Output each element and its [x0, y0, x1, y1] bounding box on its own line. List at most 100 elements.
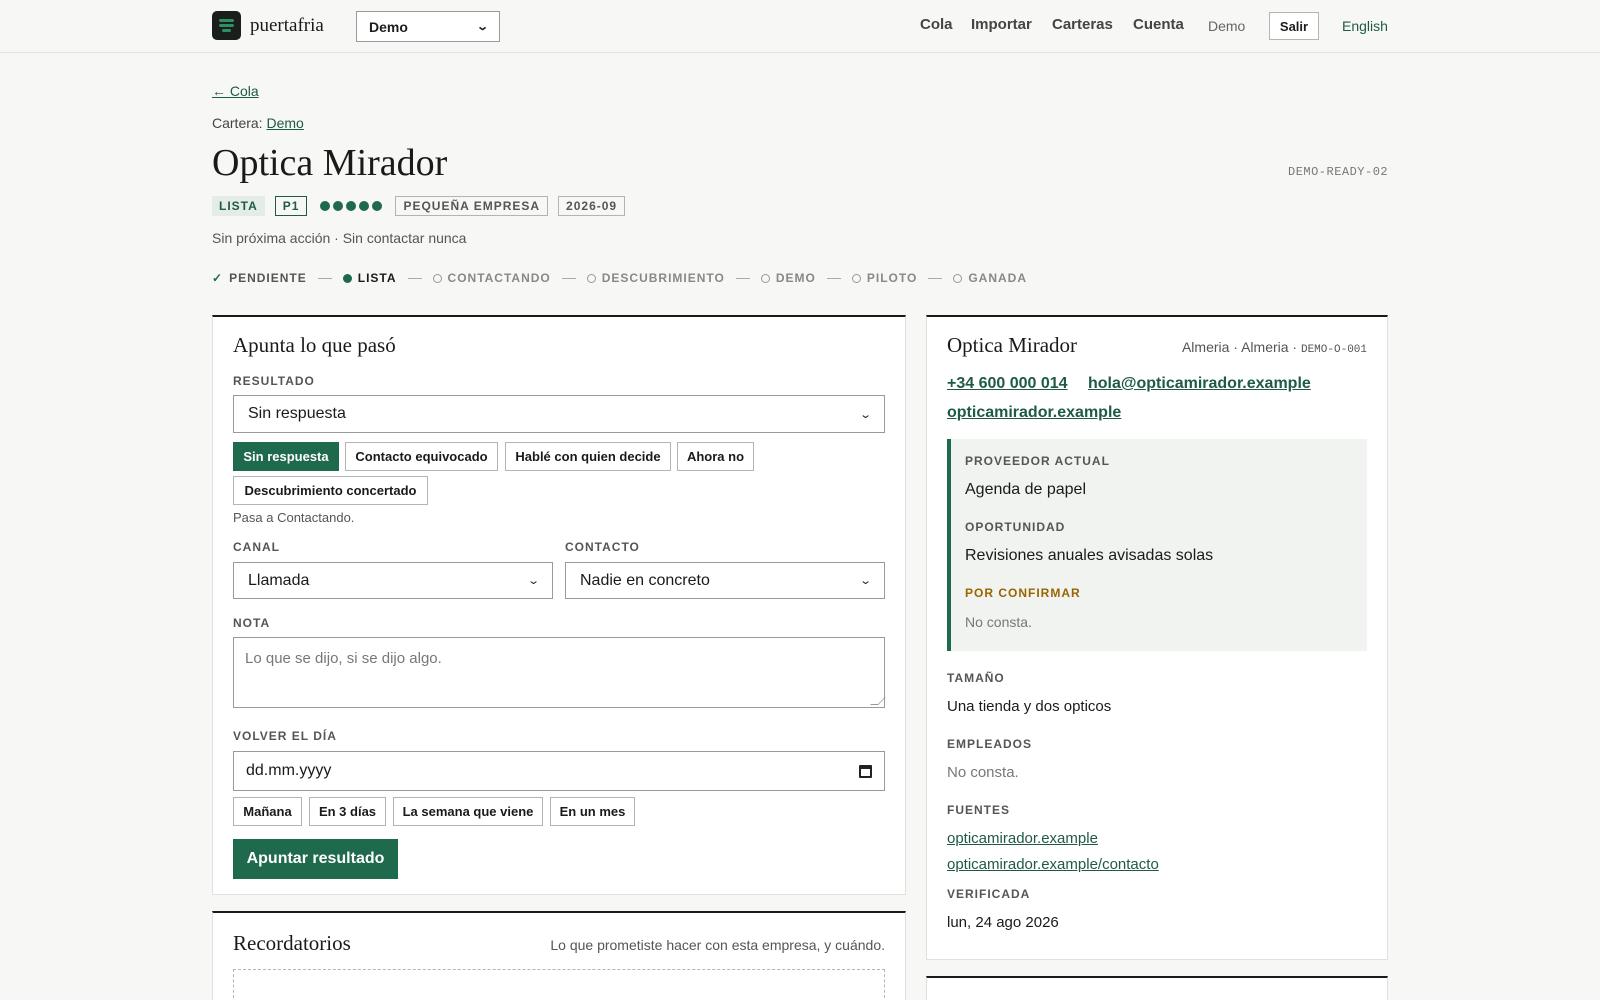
priority-badge: P1	[274, 196, 308, 216]
note-placeholder: Lo que se dijo, si se dijo algo.	[245, 650, 442, 667]
date-chip-3-days[interactable]: En 3 días	[309, 797, 386, 826]
stage-demo: DEMO	[760, 271, 816, 285]
top-bar: puertafria Demo ⌄ Cola Importar Carteras…	[0, 0, 1600, 53]
contact-select[interactable]: Nadie en concreto ⌄	[565, 562, 885, 599]
result-select[interactable]: Sin respuesta ⌄	[233, 395, 885, 433]
chevron-down-icon: ⌄	[858, 408, 872, 421]
nav-carteras[interactable]: Carteras	[1052, 16, 1113, 33]
date-placeholder: dd.mm.yyyy	[246, 762, 332, 779]
size-value: Una tienda y dos opticos	[947, 698, 1112, 715]
size-label: TAMAÑO	[947, 671, 1005, 685]
portfolio-line: Cartera: Demo	[212, 115, 304, 131]
stage-contactando: CONTACTANDO	[432, 271, 551, 285]
opportunity-value: Revisiones anuales avisadas solas	[965, 547, 1214, 564]
channel-select-value: Llamada	[248, 571, 310, 589]
result-hint: Pasa a Contactando.	[233, 510, 355, 525]
company-meta: Almeria · Almeria · DEMO-O-001	[1182, 339, 1367, 356]
form-title: Apunta lo que pasó	[233, 333, 396, 357]
contact-label: CONTACTO	[565, 540, 640, 554]
calendar-icon[interactable]	[859, 764, 872, 778]
verified-value: lun, 24 ago 2026	[947, 914, 1059, 931]
contact-select-value: Nadie en concreto	[580, 571, 710, 589]
brand-name: puertafria	[250, 14, 324, 36]
submit-outcome-button[interactable]: Apuntar resultado	[233, 839, 398, 879]
nav-cuenta[interactable]: Cuenta	[1133, 16, 1184, 33]
secondary-card	[926, 976, 1388, 1000]
logout-button[interactable]: Salir	[1269, 12, 1319, 40]
website-link[interactable]: opticamirador.example	[947, 404, 1121, 422]
sales-insights: PROVEEDOR ACTUAL Agenda de papel OPORTUN…	[947, 439, 1367, 651]
result-chip-wrong-contact[interactable]: Contacto equivocado	[345, 442, 498, 471]
pending-stage-icon	[851, 273, 861, 283]
provider-label: PROVEEDOR ACTUAL	[965, 454, 1110, 468]
result-chip-spoke-decider[interactable]: Hablé con quien decide	[505, 442, 671, 471]
pending-label: POR CONFIRMAR	[965, 586, 1081, 600]
portfolio-select[interactable]: Demo ⌄	[356, 11, 500, 42]
date-chip-tomorrow[interactable]: Mañana	[233, 797, 302, 826]
log-outcome-card: Apunta lo que pasó RESULTADO Sin respues…	[212, 315, 906, 895]
stage-descubrimiento: DESCUBRIMIENTO	[586, 271, 725, 285]
source-link[interactable]: opticamirador.example/contacto	[947, 856, 1159, 873]
result-select-value: Sin respuesta	[248, 405, 346, 422]
source-link[interactable]: opticamirador.example	[947, 830, 1098, 847]
current-stage-icon	[342, 273, 352, 283]
brand-logo[interactable]: puertafria	[212, 11, 324, 40]
badges-row: LISTA P1 PEQUEÑA EMPRESA 2026-09	[212, 196, 626, 216]
portfolio-label: Cartera:	[212, 115, 263, 131]
nav-cola[interactable]: Cola	[920, 16, 953, 33]
employees-value: No consta.	[947, 764, 1019, 781]
note-textarea[interactable]: Lo que se dijo, si se dijo algo.	[233, 637, 886, 708]
result-chip-not-now[interactable]: Ahora no	[677, 442, 754, 471]
sources-label: FUENTES	[947, 803, 1011, 817]
email-link[interactable]: hola@opticamirador.example	[1088, 375, 1311, 393]
portfolio-select-value: Demo	[369, 18, 408, 35]
phone-link[interactable]: +34 600 000 014	[947, 375, 1068, 393]
company-info-card: Optica Mirador Almeria · Almeria · DEMO-…	[926, 315, 1388, 960]
pending-stage-icon	[760, 273, 770, 283]
score-dot	[372, 201, 383, 211]
stage-piloto: PILOTO	[851, 271, 917, 285]
reminders-card: Recordatorios Lo que prometiste hacer co…	[212, 911, 906, 1000]
page-title: Optica Mirador	[212, 142, 448, 184]
pipeline-stages: ✓ PENDIENTE LISTA CONTACTANDO DESCUBRIMIE…	[212, 271, 1027, 285]
score-dot	[333, 201, 344, 211]
date-chip-next-week[interactable]: La semana que viene	[393, 797, 543, 826]
chevron-down-icon: ⌄	[858, 575, 872, 587]
current-user: Demo	[1208, 18, 1246, 34]
stage-ganada: GANADA	[953, 271, 1027, 285]
provider-value: Agenda de papel	[965, 481, 1086, 498]
language-switch[interactable]: English	[1342, 18, 1388, 34]
score-dot	[346, 201, 357, 211]
return-date-input[interactable]: dd.mm.yyyy	[233, 751, 885, 791]
chevron-down-icon: ⌄	[475, 21, 489, 33]
pending-stage-icon	[953, 273, 963, 283]
reminders-title: Recordatorios	[233, 931, 351, 955]
reminders-empty-area	[233, 969, 885, 1000]
nav-importar[interactable]: Importar	[971, 16, 1032, 33]
return-date-label: VOLVER EL DÍA	[233, 729, 337, 743]
company-name: Optica Mirador	[947, 333, 1078, 357]
period-badge: 2026-09	[558, 196, 626, 216]
channel-select[interactable]: Llamada ⌄	[233, 562, 553, 599]
note-label: NOTA	[233, 616, 271, 630]
chevron-down-icon: ⌄	[526, 575, 540, 587]
reference-code: DEMO-READY-02	[1288, 165, 1389, 179]
next-action-summary: Sin próxima acción · Sin contactar nunca	[212, 230, 467, 246]
score-dots	[320, 201, 383, 211]
date-chip-one-month[interactable]: En un mes	[550, 797, 635, 826]
score-dot	[320, 201, 331, 211]
pending-stage-icon	[586, 273, 596, 283]
verified-label: VERIFICADA	[947, 887, 1031, 901]
back-to-queue-link[interactable]: ← Cola	[212, 83, 259, 99]
stage-lista: LISTA	[342, 271, 397, 285]
company-code: DEMO-O-001	[1300, 344, 1367, 356]
result-chip-no-answer[interactable]: Sin respuesta	[233, 442, 339, 471]
score-dot	[359, 201, 370, 211]
resize-handle-icon[interactable]	[870, 697, 886, 705]
channel-label: CANAL	[233, 540, 280, 554]
opportunity-label: OPORTUNIDAD	[965, 520, 1066, 534]
company-location: Almeria · Almeria ·	[1181, 339, 1298, 355]
portfolio-link[interactable]: Demo	[266, 115, 303, 131]
door-icon	[212, 11, 241, 40]
result-chip-discovery-booked[interactable]: Descubrimiento concertado	[233, 476, 428, 505]
